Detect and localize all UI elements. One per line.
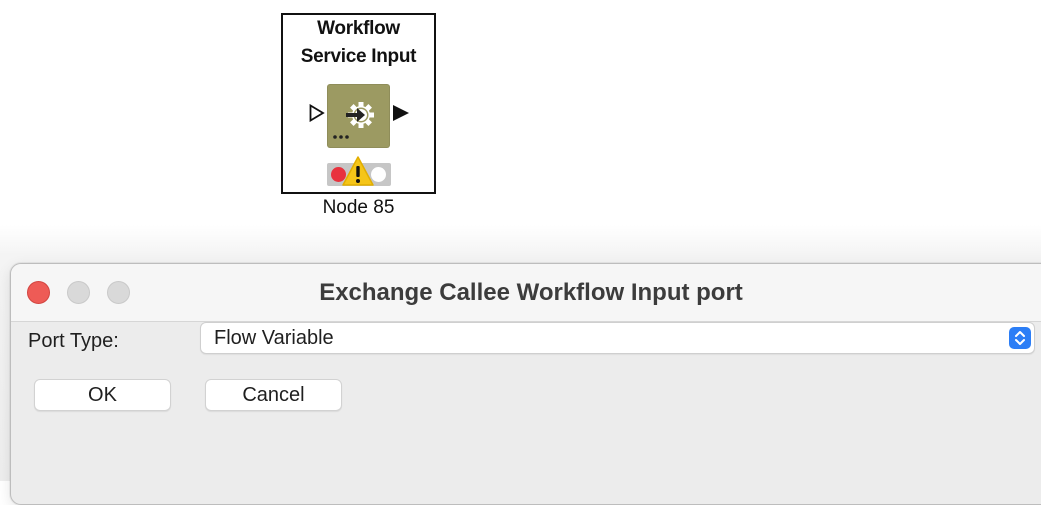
port-type-label: Port Type: — [28, 330, 119, 352]
workflow-canvas[interactable]: Workflow Service Input Node 85 Exchange … — [0, 0, 1041, 505]
service-input-icon[interactable] — [327, 84, 390, 148]
warning-icon[interactable] — [341, 155, 375, 192]
node-label[interactable]: Node 85 — [281, 197, 436, 219]
port-dialog: Exchange Callee Workflow Input port Port… — [10, 263, 1041, 505]
node-title-line2: Service Input — [300, 46, 417, 67]
node-selection-frame[interactable]: Workflow Service Input — [281, 13, 436, 194]
select-stepper-icon[interactable] — [1009, 327, 1031, 349]
cancel-button[interactable]: Cancel — [205, 379, 342, 411]
node-title-line1: Workflow — [317, 18, 400, 39]
output-port-icon[interactable] — [392, 104, 410, 127]
input-port-icon[interactable] — [309, 103, 325, 127]
dialog-title: Exchange Callee Workflow Input port — [319, 279, 743, 306]
port-type-dropdown[interactable]: Flow Variable — [200, 322, 1035, 354]
dialog-titlebar[interactable]: Exchange Callee Workflow Input port — [11, 264, 1041, 322]
port-type-selected-value: Flow Variable — [214, 327, 334, 349]
ok-button[interactable]: OK — [34, 379, 171, 411]
